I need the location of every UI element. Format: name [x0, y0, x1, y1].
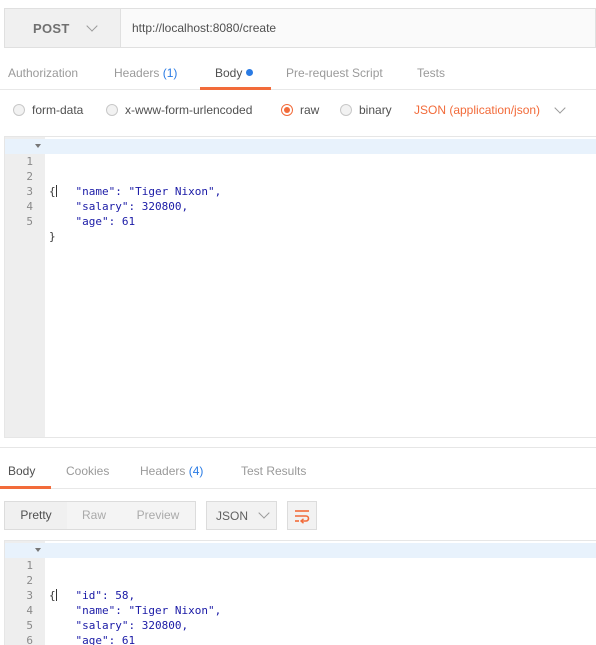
- chevron-down-icon: [554, 101, 566, 114]
- radio-raw[interactable]: raw: [281, 96, 319, 124]
- response-tab-cookies[interactable]: Cookies: [66, 456, 109, 488]
- response-format-toggle: Pretty Raw Preview: [4, 501, 196, 530]
- radio-x-www-form-urlencoded[interactable]: x-www-form-urlencoded: [106, 96, 252, 124]
- radio-on-icon: [281, 104, 293, 116]
- format-raw-button[interactable]: Raw: [67, 502, 121, 529]
- code-line: 6 }: [26, 634, 33, 645]
- radio-form-data[interactable]: form-data: [13, 96, 83, 124]
- response-language-dropdown[interactable]: JSON: [206, 501, 277, 530]
- code-line: 2 "id": 58,: [26, 574, 136, 602]
- radio-binary[interactable]: binary: [340, 96, 392, 124]
- code-line: 1 {: [5, 139, 596, 198]
- radio-off-icon: [106, 104, 118, 116]
- wrap-lines-button[interactable]: [287, 501, 317, 530]
- response-tab-body[interactable]: Body: [8, 456, 35, 488]
- radio-off-icon: [340, 104, 352, 116]
- chevron-down-icon: [85, 19, 98, 32]
- code-line: 4 "salary": 320800,: [26, 604, 189, 632]
- fold-arrow-icon[interactable]: [35, 144, 41, 148]
- request-url-bar: POST: [4, 8, 596, 48]
- url-input[interactable]: [121, 9, 595, 47]
- tab-headers[interactable]: Headers (1): [114, 58, 177, 90]
- format-preview-button[interactable]: Preview: [121, 502, 195, 529]
- section-divider: [0, 447, 596, 448]
- response-tab-test-results[interactable]: Test Results: [241, 456, 306, 488]
- method-label: POST: [33, 20, 70, 36]
- method-dropdown[interactable]: POST: [5, 9, 121, 47]
- code-line: 5 }: [26, 215, 56, 243]
- radio-off-icon: [13, 104, 25, 116]
- code-line: 5 "age": 61: [26, 619, 136, 645]
- request-body-editor[interactable]: 1 { 2 "name": "Tiger Nixon", 3 "salary":…: [4, 136, 596, 438]
- code-line: 3 "name": "Tiger Nixon",: [26, 589, 222, 617]
- response-body-viewer[interactable]: 1 { 2 "id": 58, 3 "name": "Tiger Nixon",…: [4, 540, 596, 645]
- wrap-lines-icon: [295, 509, 310, 524]
- fold-arrow-icon[interactable]: [35, 548, 41, 552]
- code-line: 3 "salary": 320800,: [26, 185, 189, 213]
- tab-body[interactable]: Body: [215, 58, 254, 90]
- tab-tests[interactable]: Tests: [417, 58, 445, 90]
- active-response-tab-indicator: [0, 486, 51, 489]
- response-tab-headers[interactable]: Headers (4): [140, 456, 203, 488]
- tab-pre-request-script[interactable]: Pre-request Script: [286, 58, 383, 90]
- response-headers-count-badge: (4): [188, 464, 204, 478]
- tab-authorization[interactable]: Authorization: [8, 58, 78, 90]
- content-type-dropdown[interactable]: JSON (application/json): [414, 96, 566, 124]
- code-line: 1 {: [5, 543, 596, 602]
- chevron-down-icon: [258, 507, 270, 519]
- code-line: 2 "name": "Tiger Nixon",: [26, 170, 222, 198]
- response-tabs: Body Cookies Headers (4) Test Results: [0, 456, 596, 489]
- code-line: 4 "age": 61: [26, 200, 136, 228]
- request-tabs: Authorization Headers (1) Body Pre-reque…: [0, 58, 596, 90]
- format-pretty-button[interactable]: Pretty: [5, 502, 67, 529]
- active-tab-indicator: [200, 87, 271, 90]
- headers-count-badge: (1): [162, 66, 178, 80]
- modified-dot-icon: [246, 69, 254, 76]
